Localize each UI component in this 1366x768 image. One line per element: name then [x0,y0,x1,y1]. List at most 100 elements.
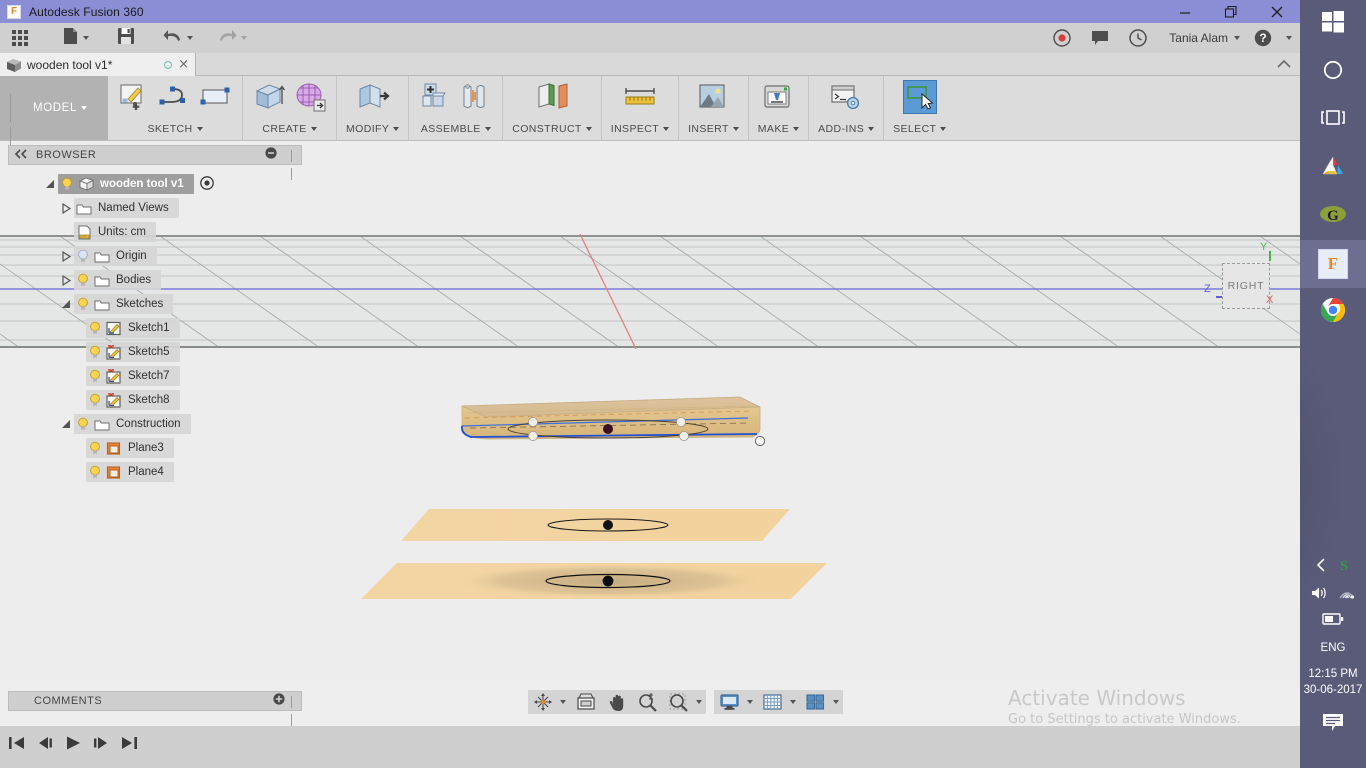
visibility-bulb-icon[interactable] [86,321,104,335]
rectangle-icon[interactable] [199,80,233,114]
chevron-down-icon[interactable] [484,127,491,131]
chevron-down-icon[interactable] [393,127,400,131]
wifi-icon[interactable] [1338,585,1356,606]
construction-plane-4[interactable] [361,563,827,599]
tree-item-sketches[interactable]: Sketches [8,292,302,316]
orbit-icon[interactable] [532,690,554,714]
tree-item-sketch8[interactable]: Sketch8 [8,388,302,412]
chevron-down-icon[interactable] [793,127,800,131]
skip-end-icon[interactable] [120,735,138,756]
visibility-bulb-icon[interactable] [58,177,76,191]
expand-arrow-icon[interactable] [58,419,74,430]
taskbar-app-autodesk[interactable] [1300,144,1366,192]
file-menu-button[interactable] [56,23,95,53]
step-back-icon[interactable] [36,735,54,756]
tree-item-sketch5[interactable]: Sketch5 [8,340,302,364]
visibility-bulb-icon[interactable] [86,345,104,359]
workspace-switcher[interactable]: MODEL [0,76,108,155]
tree-item-named-views[interactable]: Named Views [8,196,302,220]
browser-resize-grip[interactable] [291,149,296,180]
start-button[interactable] [1300,0,1366,48]
visibility-bulb-icon[interactable] [74,417,92,431]
collapse-ribbon-button[interactable] [1277,53,1300,75]
tree-item-construction[interactable]: Construction [8,412,302,436]
tray-expand-icon[interactable] [1315,557,1327,577]
add-comment-icon[interactable] [273,692,285,710]
history-button[interactable] [1129,29,1148,47]
joint-icon[interactable] [459,80,493,114]
comment-button[interactable] [1091,30,1109,46]
form-icon[interactable] [293,80,327,114]
taskbar-app-chrome[interactable] [1300,288,1366,336]
look-at-icon[interactable] [574,690,598,714]
input-language[interactable]: ENG [1321,642,1346,654]
offset-plane-icon[interactable] [535,80,569,114]
undo-button[interactable] [157,23,199,53]
browser-minimize-icon[interactable] [265,146,277,164]
action-center-button[interactable] [1322,712,1344,737]
chevron-down-icon[interactable] [585,127,592,131]
close-button[interactable] [1254,0,1300,23]
visibility-bulb-icon[interactable] [86,465,104,479]
chevron-down-icon[interactable] [560,700,566,704]
spline-icon[interactable] [158,80,192,114]
volume-icon[interactable] [1311,585,1329,606]
chevron-down-icon[interactable] [310,127,317,131]
battery-icon[interactable] [1322,612,1344,630]
tree-item-units[interactable]: Units: cm [8,220,302,244]
dropbox-icon[interactable]: S [1336,557,1352,578]
cortana-search-button[interactable] [1300,48,1366,96]
select-icon[interactable] [902,80,937,114]
zoom-icon[interactable] [636,690,659,714]
user-name[interactable]: Tania Alam [1169,31,1228,45]
chevron-down-icon[interactable] [868,127,875,131]
task-view-button[interactable] [1300,96,1366,144]
tree-item-sketch1[interactable]: Sketch1 [8,316,302,340]
construction-plane-3[interactable] [401,509,790,541]
tree-item-plane3[interactable]: Plane3 [8,436,302,460]
tree-item-origin[interactable]: Origin [8,244,302,268]
chevron-down-icon[interactable] [196,127,203,131]
target-icon[interactable] [199,175,214,193]
insert-image-icon[interactable] [696,80,730,114]
scripts-addins-icon[interactable] [829,80,863,114]
redo-button[interactable] [211,23,253,53]
extrude-icon[interactable] [252,80,286,114]
help-button[interactable]: ? [1254,29,1272,47]
record-button[interactable] [1053,29,1071,47]
new-component-icon[interactable] [418,80,452,114]
document-tab[interactable]: wooden tool v1* × [0,53,196,76]
chevron-down-icon[interactable] [732,127,739,131]
display-icon[interactable] [718,690,741,714]
expand-arrow-icon[interactable] [42,179,58,190]
minimize-button[interactable] [1162,0,1208,23]
chevron-down-icon[interactable] [940,127,947,131]
taskbar-app-groupon[interactable]: G [1300,192,1366,240]
visibility-bulb-icon[interactable] [86,393,104,407]
comments-resize-grip[interactable] [291,695,296,726]
tree-item-wooden-tool-v1[interactable]: wooden tool v1 [8,172,302,196]
chevron-down-icon[interactable] [833,700,839,704]
chevron-down-icon[interactable] [747,700,753,704]
browser-collapse-icon[interactable] [14,146,28,164]
grid-icon[interactable] [761,690,784,714]
collapse-arrow-icon[interactable] [58,202,74,214]
view-cube[interactable]: RIGHT X Z Y [1204,241,1286,319]
measure-icon[interactable] [623,80,657,114]
visibility-bulb-icon[interactable] [86,369,104,383]
solid-body[interactable] [461,396,766,447]
visibility-bulb-icon[interactable] [74,297,92,311]
save-button[interactable] [111,23,141,53]
play-icon[interactable] [64,735,82,756]
collapse-arrow-icon[interactable] [58,274,74,286]
chevron-down-icon[interactable] [696,700,702,704]
viewports-icon[interactable] [804,690,827,714]
visibility-bulb-icon[interactable] [86,441,104,455]
clock[interactable]: 12:15 PM 30-06-2017 [1304,666,1363,698]
chevron-down-icon[interactable] [1234,36,1240,40]
chevron-down-icon[interactable] [790,700,796,704]
chevron-down-icon[interactable] [1286,36,1292,40]
tree-item-bodies[interactable]: Bodies [8,268,302,292]
tree-item-plane4[interactable]: Plane4 [8,460,302,484]
expand-arrow-icon[interactable] [58,299,74,310]
